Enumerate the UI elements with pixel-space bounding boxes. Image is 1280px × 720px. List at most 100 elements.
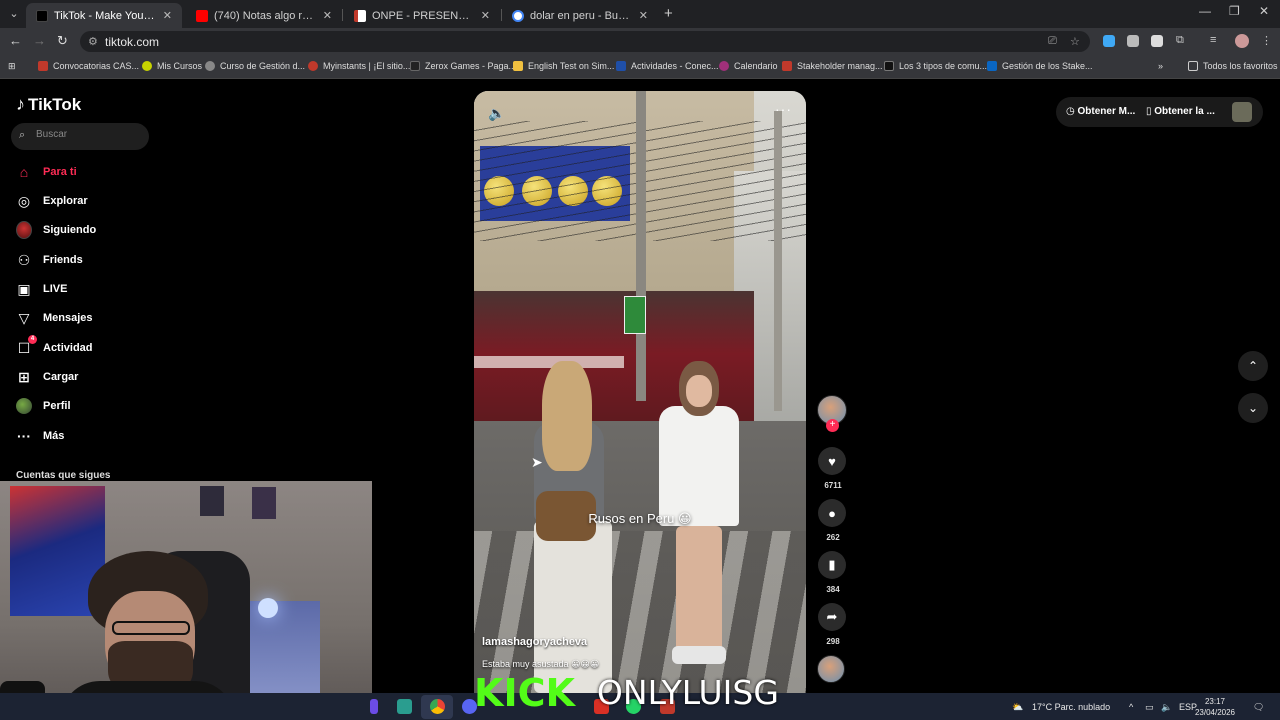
video-frame [774,111,782,411]
extension-icon[interactable] [1127,35,1139,47]
chrome-menu-icon[interactable]: ⋮ [1261,34,1272,47]
follow-plus-icon[interactable]: + [826,419,839,432]
close-tab-icon[interactable]: ✕ [481,9,490,22]
close-tab-icon[interactable]: ✕ [639,9,648,22]
bookmark-star-icon[interactable]: ☆ [1070,35,1080,48]
comment-bubble-icon[interactable]: ● [818,499,846,527]
site-info-icon[interactable]: ⚙ [88,35,98,48]
close-tab-icon[interactable]: ✕ [323,9,332,22]
sidebar-item-live[interactable]: ▣ LIVE [16,281,67,297]
bookmark-item[interactable]: Gestión de los Stake... [987,61,1093,71]
restore-icon[interactable]: ❐ [1229,4,1240,18]
tab-search-chevron-icon[interactable]: ⌄ [4,4,24,24]
close-window-icon[interactable]: ✕ [1259,4,1269,18]
reload-icon[interactable]: ↻ [57,33,68,49]
notifications-icon[interactable]: 🗨 [1253,702,1264,713]
profile-avatar[interactable] [1235,34,1249,48]
tab-youtube[interactable]: (740) Notas algo raro en el dibu ✕ [186,3,342,28]
get-app-button[interactable]: ▯ Obtener la ... [1146,106,1215,117]
share-arrow-icon[interactable]: ➦ [818,603,846,631]
bookmarks-overflow-icon[interactable]: » [1158,61,1163,71]
sidebar-item-mensajes[interactable]: ▽ Mensajes [16,310,93,326]
send-icon: ▽ [18,309,30,326]
all-bookmarks-folder[interactable]: Todos los favoritos [1188,61,1278,71]
bookmark-item[interactable]: Mis Cursos [142,61,202,71]
minimize-icon[interactable]: — [1199,4,1211,18]
extensions-puzzle-icon[interactable]: ⧉ [1176,34,1184,47]
bookmark-item[interactable]: Calendario [719,61,778,71]
weather-text[interactable]: 17°C Parc. nublado [1032,702,1110,712]
sidebar-item-label: LIVE [43,283,68,295]
install-app-icon[interactable]: ⎚ [1048,35,1057,48]
bookmark-label: Zerox Games - Paga... [425,61,517,71]
tab-tiktok[interactable]: TikTok - Make Your Day ✕ [26,3,182,28]
search-input[interactable] [36,129,141,140]
previous-video-chevron-up-icon[interactable]: ⌃ [1238,351,1268,381]
app-icon[interactable] [370,699,378,714]
stream-branding-overlay: KICK ONLYLUISG [474,673,779,713]
tiktok-logo[interactable]: ♪ TikTok [16,94,81,115]
network-icon[interactable]: ▭ [1145,702,1154,713]
like-heart-icon[interactable]: ♥ [818,447,846,475]
back-arrow-icon[interactable]: ← [9,33,22,48]
forward-arrow-icon[interactable]: → [33,33,46,48]
volume-speaker-icon[interactable]: 🔈 [488,105,505,122]
tray-chevron-up-icon[interactable]: ^ [1129,702,1133,712]
apps-grid-icon[interactable]: ⊞ [8,61,16,72]
bookmark-item[interactable]: Los 3 tipos de comu... [884,61,987,71]
chrome-icon[interactable] [430,699,445,714]
tab-title: TikTok - Make Your Day [54,9,157,22]
bookmark-item[interactable]: English Test on Sim... [513,61,614,71]
tab-onpe[interactable]: ONPE - PRESENTACIÓN DE RESU ✕ [344,3,500,28]
sidebar-item-friends[interactable]: ⚇ Friends [16,252,83,268]
bookmark-label: Stakeholder manag... [797,61,883,71]
weather-icon[interactable]: ⛅ [1012,702,1023,713]
close-tab-icon[interactable]: ✕ [163,9,172,22]
sidebar-item-mas[interactable]: ··· Más [16,428,64,444]
sidebar-item-cargar[interactable]: ⊞ Cargar [16,369,78,385]
video-author-username[interactable]: lamashagoryacheva [482,636,587,648]
sidebar-item-explorar[interactable]: ◎ Explorar [16,193,88,209]
sidebar-item-actividad[interactable]: ☐ 4 Actividad [16,335,93,356]
sidebar-item-perfil[interactable]: Perfil [16,398,71,414]
tab-google[interactable]: dolar en peru - Buscar con Goo ✕ [502,3,658,28]
bookmark-favicon-icon [884,61,894,71]
new-tab-plus-icon[interactable]: + [664,5,673,22]
music-disc-icon[interactable] [817,655,845,683]
url-text[interactable]: tiktok.com [105,35,159,49]
bookmark-item[interactable]: Actividades - Conec... [616,61,719,71]
bookmark-item[interactable]: Curso de Gestión d... [205,61,305,71]
sidebar-item-label: Mensajes [43,312,93,324]
video-player[interactable]: 🔈 ··· Rusos en Peru 😀 lamashagoryacheva … [474,91,806,693]
extension-icon[interactable] [1103,35,1115,47]
sidebar-item-siguiendo[interactable]: Siguiendo [16,221,96,239]
bookmark-label: Actividades - Conec... [631,61,719,71]
bookmark-item[interactable]: Zerox Games - Paga... [410,61,516,71]
bookmark-item[interactable]: Convocatorias CAS... [38,61,139,71]
clock-time: 23:17 [1204,697,1226,706]
volume-icon[interactable]: 🔈 [1161,702,1172,713]
bookmark-item[interactable]: Stakeholder manag... [782,61,883,71]
channel-name: ONLYLUISG [596,673,779,712]
extension-icon[interactable] [1151,35,1163,47]
reading-list-icon[interactable]: ≡ [1210,34,1216,46]
bookmark-item[interactable]: Myinstants | ¡El sitio... [308,61,410,71]
bookmark-favicon-icon [719,61,729,71]
clock[interactable]: 23:17 23/04/2026 [1194,696,1236,718]
bookmark-favicon-icon [782,61,792,71]
get-coins-button[interactable]: ◷ Obtener M... [1066,106,1135,117]
bookmark-icon[interactable]: ▮ [818,551,846,579]
like-count: 6711 [824,481,842,490]
tab-title: (740) Notas algo raro en el dibu [214,9,317,22]
next-video-chevron-down-icon[interactable]: ⌄ [1238,393,1268,423]
store-icon[interactable] [397,699,412,714]
more-options-icon[interactable]: ··· [775,101,792,117]
shelf [240,601,320,701]
address-bar[interactable]: ⚙ tiktok.com ⎚ ☆ [80,31,1090,52]
save-count: 384 [826,585,840,594]
search-box[interactable]: ⌕ [11,123,149,150]
sidebar-item-para-ti[interactable]: ⌂ Para ti [16,164,77,180]
video-frame [654,361,744,693]
user-avatar[interactable] [1232,102,1252,122]
upload-plus-icon: ⊞ [18,368,30,385]
